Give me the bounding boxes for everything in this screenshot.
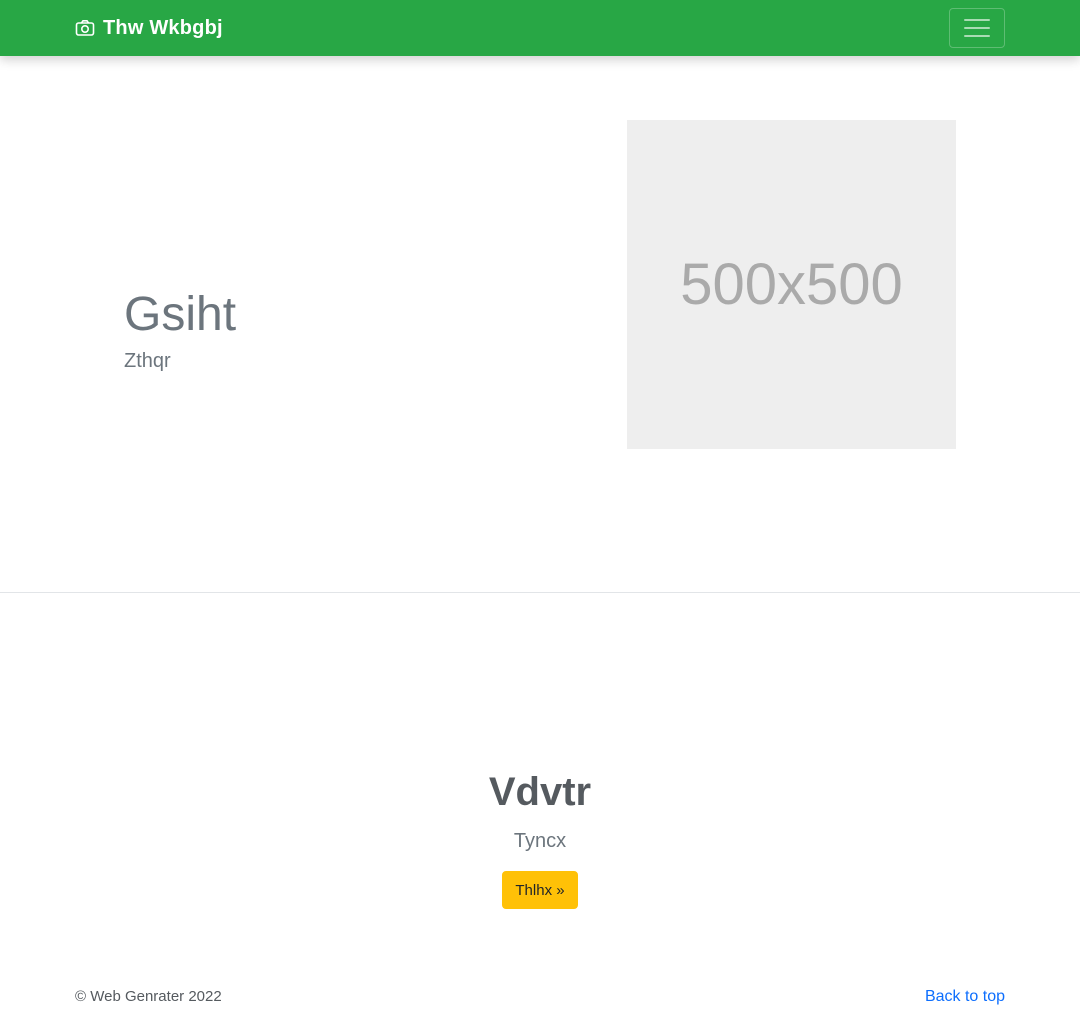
cta-button[interactable]: Thlhx » [502,871,578,909]
hero-subtitle: Zthqr [124,350,171,372]
cta-subtitle: Tyncx [513,830,567,852]
brand-name: Thw Wkbgbj [103,16,223,39]
navbar: Thw Wkbgbj [0,0,1080,56]
back-to-top-link[interactable]: Back to top [925,988,1005,1006]
image-placeholder-label: 500x500 [680,252,903,317]
hero-title: Gsiht [124,288,237,341]
footer: © Web Genrater 2022 Back to top [0,973,1080,1029]
cta-title: Vdvtr [488,770,592,814]
cta-section: Vdvtr Tyncx Thlhx » [0,593,1080,973]
copyright-text: © Web Genrater 2022 [75,988,222,1005]
hero-section: Gsiht Zthqr 500x500 [0,56,1080,593]
camera-icon [75,18,95,38]
navbar-brand[interactable]: Thw Wkbgbj [75,0,223,56]
hero-image-placeholder: 500x500 [627,120,956,449]
hamburger-menu-icon [964,17,990,39]
navbar-toggler-button[interactable] [949,8,1005,48]
